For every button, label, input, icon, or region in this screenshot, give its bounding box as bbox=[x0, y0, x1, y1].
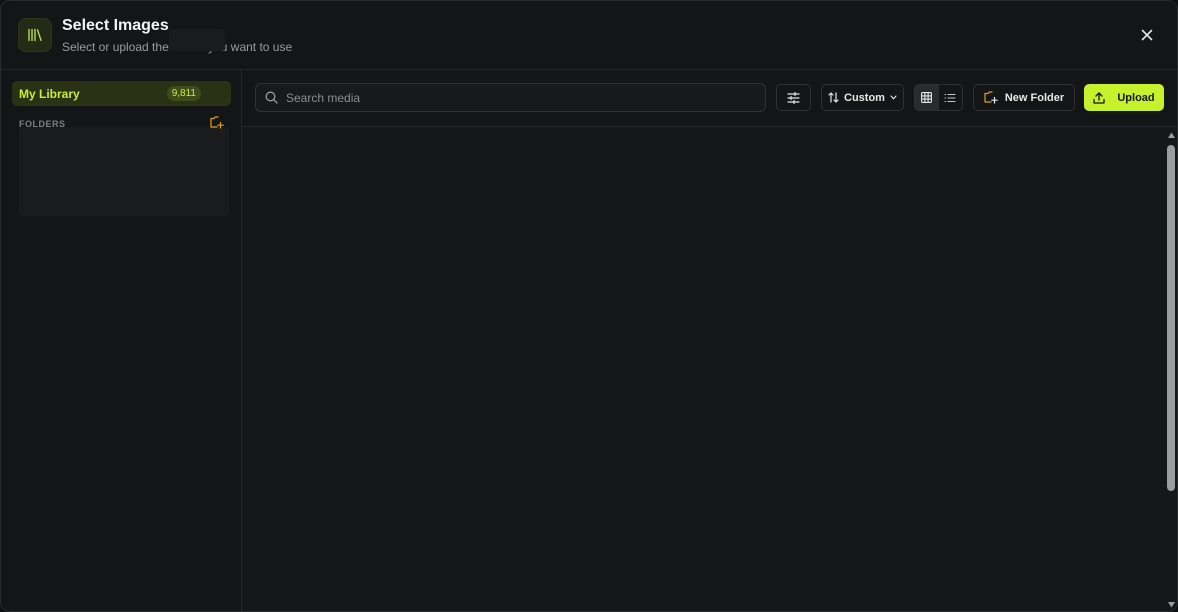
sort-dropdown[interactable]: Custom bbox=[821, 84, 904, 111]
redaction-mask bbox=[169, 29, 225, 51]
toolbar: Custom bbox=[242, 70, 1177, 127]
modal-title: Select Images bbox=[62, 17, 169, 34]
sort-label: Custom bbox=[844, 91, 885, 104]
scroll-down-arrow-icon[interactable] bbox=[1167, 600, 1176, 609]
folder-plus-icon bbox=[984, 91, 998, 104]
upload-icon bbox=[1093, 91, 1106, 104]
library-count-badge: 9,811 bbox=[166, 86, 201, 101]
list-icon bbox=[944, 93, 956, 102]
sort-arrows-icon bbox=[828, 92, 839, 103]
sidebar-item-label: My Library bbox=[19, 86, 80, 101]
upload-label: Upload bbox=[1117, 91, 1155, 104]
filter-button[interactable] bbox=[776, 84, 811, 111]
modal-header: Select Images Select or upload the media… bbox=[1, 1, 1177, 70]
sidebar: My Library 9,811 FOLDERS bbox=[1, 70, 242, 611]
list-view-button[interactable] bbox=[939, 85, 963, 110]
grid-icon bbox=[921, 92, 933, 103]
media-grid-area bbox=[242, 127, 1164, 611]
library-icon bbox=[18, 18, 52, 52]
close-button[interactable] bbox=[1137, 25, 1157, 45]
view-toggle bbox=[914, 84, 963, 111]
upload-button[interactable]: Upload bbox=[1084, 84, 1164, 111]
folders-heading: FOLDERS bbox=[19, 119, 66, 129]
folders-list bbox=[19, 127, 229, 216]
close-icon bbox=[1141, 29, 1153, 41]
select-images-modal: Select Images Select or upload the media… bbox=[0, 0, 1178, 612]
chevron-down-icon bbox=[890, 95, 897, 100]
vertical-scrollbar[interactable] bbox=[1164, 127, 1177, 611]
new-folder-label: New Folder bbox=[1004, 91, 1065, 104]
search-input[interactable] bbox=[286, 90, 756, 105]
sidebar-item-my-library[interactable]: My Library 9,811 bbox=[12, 81, 231, 106]
folder-plus-icon[interactable] bbox=[210, 116, 224, 129]
scroll-up-arrow-icon[interactable] bbox=[1167, 131, 1176, 140]
grid-view-button[interactable] bbox=[915, 85, 939, 110]
new-folder-button[interactable]: New Folder bbox=[973, 84, 1075, 111]
sliders-icon bbox=[787, 91, 800, 104]
search-icon bbox=[265, 91, 278, 104]
scrollbar-thumb[interactable] bbox=[1167, 145, 1175, 491]
search-box[interactable] bbox=[255, 83, 766, 112]
